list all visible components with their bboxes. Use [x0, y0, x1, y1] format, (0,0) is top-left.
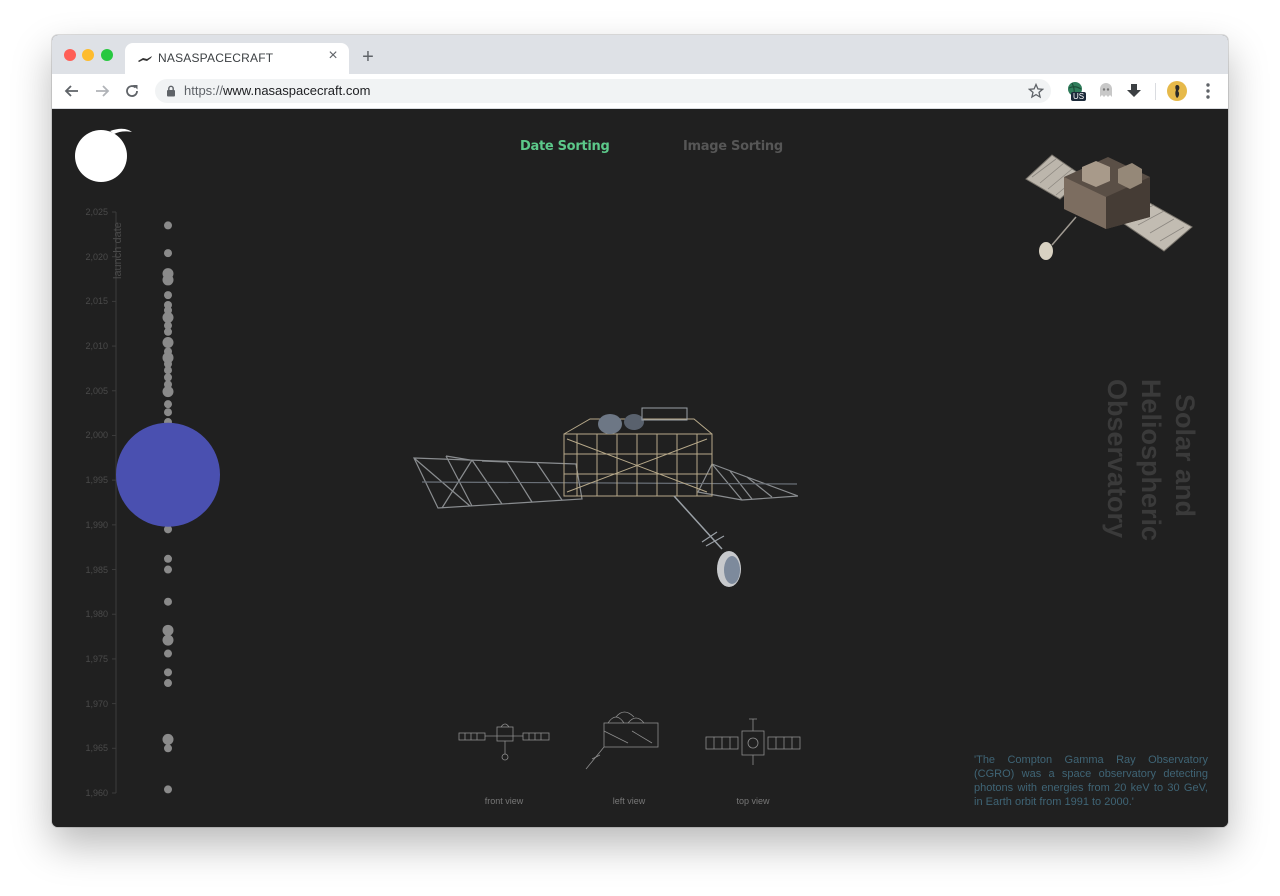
left-view-outline[interactable]: [582, 709, 664, 774]
spacecraft-dot[interactable]: [164, 400, 172, 409]
spacecraft-dot[interactable]: [164, 366, 172, 375]
spacecraft-dot[interactable]: [164, 785, 172, 794]
tab-image-sorting[interactable]: Image Sorting: [683, 139, 783, 154]
lock-icon: [167, 85, 175, 97]
star-icon[interactable]: [1028, 83, 1044, 99]
spacecraft-dot[interactable]: [162, 634, 174, 646]
new-tab-button[interactable]: +: [358, 47, 378, 67]
spacecraft-name: Solar and Heliospheric Observatory: [1090, 379, 1200, 549]
kebab-menu-icon[interactable]: [1197, 80, 1219, 102]
spacecraft-dot[interactable]: [162, 311, 174, 323]
top-view-label[interactable]: top view: [708, 796, 798, 806]
timeline-tick-label: 2,000: [85, 430, 108, 441]
maximize-window-button[interactable]: [101, 49, 113, 61]
front-view-label[interactable]: front view: [459, 796, 549, 806]
timeline-tick-label: 2,025: [85, 207, 108, 217]
spacecraft-dot[interactable]: [164, 221, 172, 230]
spacecraft-dot[interactable]: [164, 327, 172, 336]
arrow-right-icon[interactable]: [92, 81, 112, 101]
spacecraft-dot[interactable]: [164, 679, 172, 688]
timeline-tick-label: 2,015: [85, 296, 108, 307]
url-text: https://www.nasaspacecraft.com: [184, 83, 371, 98]
spacecraft-dot[interactable]: [164, 744, 172, 753]
reload-icon[interactable]: [122, 81, 142, 101]
spacecraft-dot[interactable]: [164, 373, 172, 382]
spacecraft-dot[interactable]: [164, 408, 172, 417]
spacecraft-dot[interactable]: [162, 624, 174, 636]
tab-close-icon[interactable]: ×: [325, 48, 341, 64]
spacecraft-dot[interactable]: [164, 565, 172, 574]
timeline-tick-label: 1,975: [85, 653, 108, 664]
timeline-tick-label: 1,980: [85, 609, 108, 620]
vpn-extension-icon[interactable]: US: [1066, 80, 1088, 102]
arrow-left-icon[interactable]: [62, 81, 82, 101]
timeline-tick-label: 2,020: [85, 251, 108, 262]
tab-bar: NASASPACECRAFT × +: [52, 35, 1228, 74]
spacecraft-dot[interactable]: [164, 649, 172, 658]
spacecraft-dot[interactable]: [164, 291, 172, 300]
download-icon[interactable]: [1123, 80, 1145, 102]
ghost-extension-icon[interactable]: [1095, 80, 1117, 102]
browser-toolbar: https://www.nasaspacecraft.com US: [52, 74, 1228, 109]
browser-tab[interactable]: NASASPACECRAFT ×: [125, 43, 349, 74]
toolbar-divider: [1155, 83, 1156, 100]
timeline-tick-label: 2,005: [85, 385, 108, 396]
spacecraft-dot[interactable]: [164, 554, 172, 563]
close-window-button[interactable]: [64, 49, 76, 61]
timeline-tick-label: 1,970: [85, 698, 108, 709]
spacecraft-3d-model[interactable]: [412, 404, 798, 594]
front-view-outline[interactable]: [457, 709, 552, 774]
minimize-window-button[interactable]: [82, 49, 94, 61]
axis-title: launch date: [112, 222, 124, 279]
selected-spacecraft-marker[interactable]: [116, 422, 220, 527]
avatar[interactable]: [1166, 80, 1188, 102]
page-content: Date Sorting Image Sorting 2,025 2,020 2,0…: [52, 109, 1228, 827]
timeline-tick-label: 1,965: [85, 743, 108, 754]
timeline-tick-label: 1,985: [85, 564, 108, 575]
spacecraft-name-line-3: Observatory: [1102, 379, 1132, 539]
browser-window: NASASPACECRAFT × + https://www.nasaspace…: [52, 35, 1228, 827]
timeline-tick-label: 1,995: [85, 475, 108, 486]
spacecraft-description: 'The Compton Gamma Ray Observatory (CGRO…: [974, 754, 1208, 808]
spacecraft-dot[interactable]: [162, 337, 174, 349]
spacecraft-dot[interactable]: [164, 597, 172, 606]
address-bar[interactable]: https://www.nasaspacecraft.com: [155, 79, 1051, 103]
top-view-outline[interactable]: [704, 709, 802, 774]
spacecraft-dot[interactable]: [164, 668, 172, 677]
tab-date-sorting[interactable]: Date Sorting: [520, 139, 610, 154]
extension-badge: US: [1071, 92, 1087, 101]
spacecraft-name-line-2: Heliospheric: [1136, 379, 1166, 542]
satellite-favicon-icon: [138, 56, 152, 62]
timeline-tick-label: 1,960: [85, 788, 108, 798]
spacecraft-dot[interactable]: [162, 386, 174, 398]
spacecraft-thumbnail[interactable]: [1022, 147, 1194, 269]
spacecraft-dot[interactable]: [164, 249, 172, 258]
timeline-tick-label: 2,010: [85, 341, 108, 352]
spacecraft-dot[interactable]: [162, 274, 174, 286]
timeline-tick-label: 1,990: [85, 519, 108, 530]
tab-title: NASASPACECRAFT: [158, 51, 274, 65]
spacecraft-name-line-1: Solar and: [1170, 394, 1200, 518]
spacecraft-dot[interactable]: [162, 733, 174, 745]
left-view-label[interactable]: left view: [584, 796, 674, 806]
